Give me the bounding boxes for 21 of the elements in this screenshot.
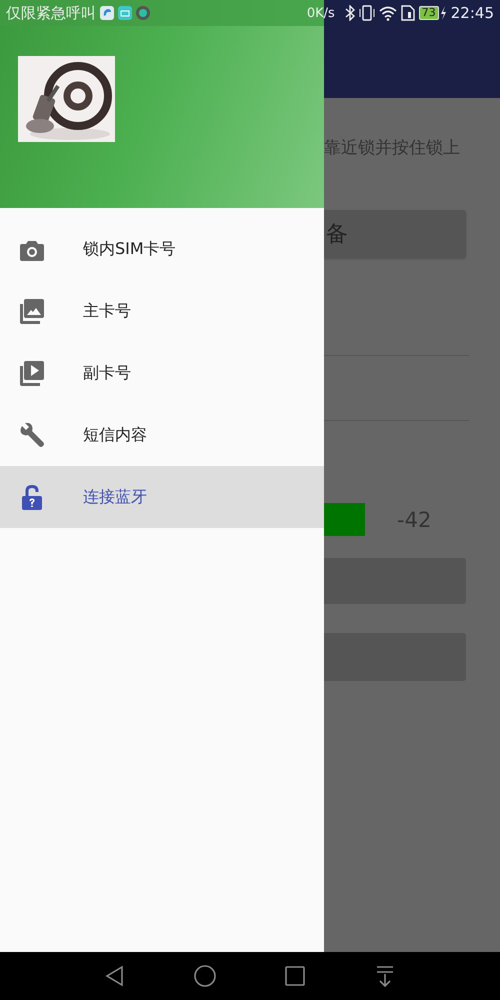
drawer-item[interactable]: 锁内SIM卡号 bbox=[0, 218, 324, 280]
home-icon[interactable] bbox=[193, 964, 217, 988]
padlock-icon bbox=[20, 484, 44, 510]
status-text: 仅限紧急呼叫 bbox=[6, 4, 96, 22]
video-icon bbox=[20, 360, 44, 386]
battery-level: 73 bbox=[418, 6, 439, 20]
sim-icon bbox=[400, 5, 415, 21]
drawer-item[interactable]: 短信内容 bbox=[0, 404, 324, 466]
drawer-item[interactable]: 主卡号 bbox=[0, 280, 324, 342]
signal-bar bbox=[324, 503, 365, 536]
app-icon bbox=[118, 6, 132, 20]
wifi-icon bbox=[378, 5, 397, 21]
photos-icon bbox=[20, 298, 44, 324]
drawer-item[interactable]: 连接蓝牙 bbox=[0, 466, 324, 528]
recents-icon[interactable] bbox=[283, 964, 307, 988]
drawer-item[interactable]: 副卡号 bbox=[0, 342, 324, 404]
app-icon bbox=[100, 6, 114, 20]
bluetooth-icon bbox=[344, 5, 355, 21]
vibrate-icon bbox=[358, 5, 375, 21]
clock: 22:45 bbox=[450, 4, 494, 22]
wrench-icon bbox=[20, 422, 44, 448]
